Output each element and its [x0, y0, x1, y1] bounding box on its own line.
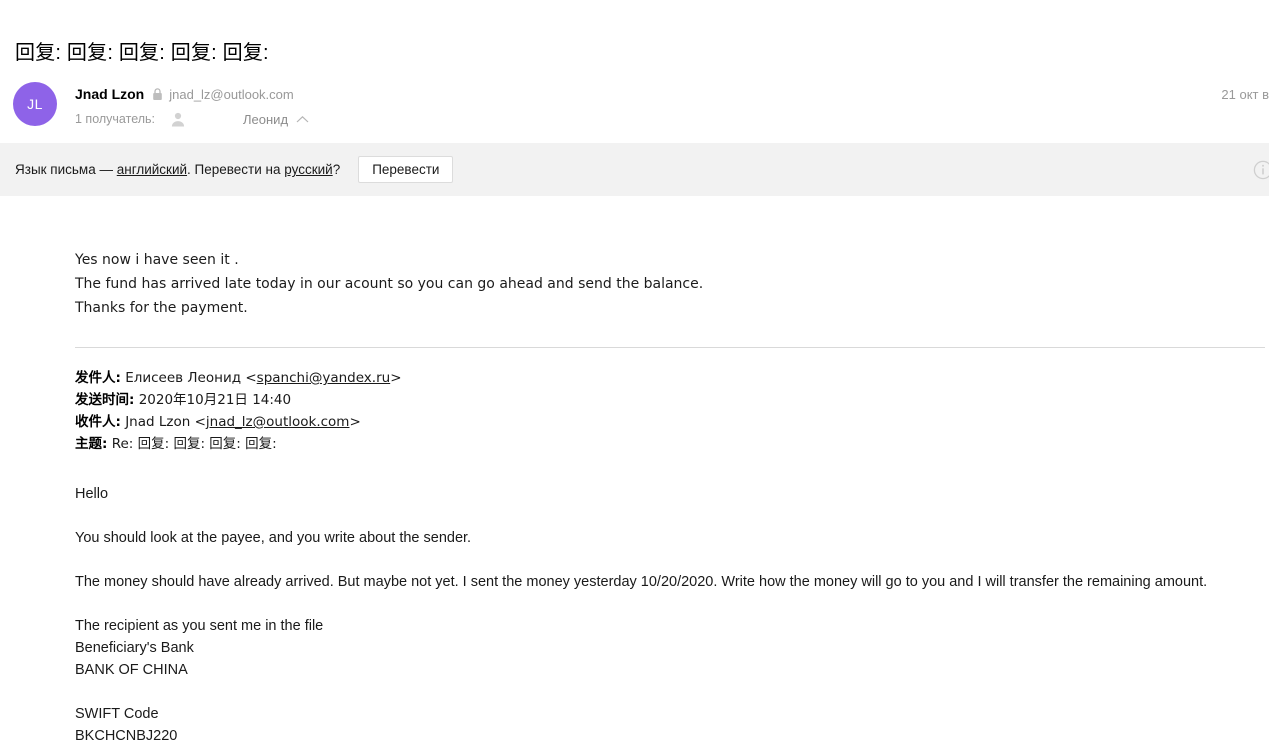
recipient-name[interactable]: Леонид: [243, 112, 288, 127]
quoted-swift-code: BKCHCNBJ220: [75, 728, 178, 744]
source-language-link[interactable]: английский: [117, 162, 187, 177]
translate-suffix: ?: [332, 162, 341, 177]
quoted-header-date: 发送时间: 2020年10月21日 14:40: [75, 389, 1269, 411]
message-header: JL Jnad Lzon jnad_lz@outlook.com 1 получ…: [13, 82, 1269, 140]
quoted-header-value-end: >: [390, 370, 402, 386]
chevron-up-icon[interactable]: [296, 115, 309, 124]
page-title: 回复: 回复: 回复: 回复: 回复:: [15, 42, 269, 64]
quoted-greeting: Hello: [75, 486, 109, 502]
quoted-header-value: Елисеев Леонид <: [120, 370, 257, 386]
message-date: 21 окт в: [1221, 87, 1269, 102]
person-icon: [169, 110, 187, 128]
quoted-recipient-line: The recipient as you sent me in the file: [75, 618, 324, 634]
quoted-header-value: Re: 回复: 回复: 回复: 回复:: [107, 436, 277, 452]
quoted-header-key: 收件人:: [75, 414, 121, 430]
reply-line: Thanks for the payment.: [75, 300, 248, 316]
quote-divider: [75, 347, 1265, 348]
quoted-header-value: Jnad Lzon <: [120, 414, 206, 430]
quoted-header-value: 2020年10月21日 14:40: [134, 392, 292, 408]
quoted-bank-label: Beneficiary's Bank: [75, 640, 194, 656]
quoted-to-email-link[interactable]: jnad_lz@outlook.com: [206, 414, 350, 430]
quoted-header-to: 收件人: Jnad Lzon <jnad_lz@outlook.com>: [75, 411, 1269, 433]
quoted-header-key: 发件人:: [75, 370, 121, 386]
sender-row: Jnad Lzon jnad_lz@outlook.com: [75, 85, 309, 103]
reply-line: The fund has arrived late today in our a…: [75, 276, 704, 292]
quoted-header-subject: 主题: Re: 回复: 回复: 回复: 回复:: [75, 433, 1269, 455]
sender-name[interactable]: Jnad Lzon: [75, 86, 144, 102]
quoted-header-key: 主题:: [75, 436, 108, 452]
lock-icon: [152, 87, 163, 101]
translate-banner: Язык письма — английский. Перевести на р…: [0, 143, 1269, 196]
quoted-swift-label: SWIFT Code: [75, 706, 159, 722]
target-language-link[interactable]: русский: [284, 162, 332, 177]
reply-line: Yes now i have seen it .: [75, 252, 239, 268]
recipients-row[interactable]: 1 получатель: Леонид: [75, 109, 309, 129]
quoted-header-key: 发送时间:: [75, 392, 135, 408]
quoted-paragraph: You should look at the payee, and you wr…: [75, 530, 472, 546]
reply-text: Yes now i have seen it . The fund has ar…: [75, 248, 1269, 320]
translate-prompt: Язык письма — английский. Перевести на р…: [15, 162, 340, 177]
quoted-message-body: Hello You should look at the payee, and …: [75, 483, 1269, 747]
quoted-bank-name: BANK OF CHINA: [75, 662, 188, 678]
sender-details: Jnad Lzon jnad_lz@outlook.com 1 получате…: [75, 85, 309, 129]
quoted-header-value-end: >: [349, 414, 361, 430]
quoted-headers: 发件人: Елисеев Леонид <spanchi@yandex.ru> …: [75, 367, 1269, 455]
translate-middle: . Перевести на: [187, 162, 285, 177]
message-body: Yes now i have seen it . The fund has ar…: [75, 248, 1269, 747]
translate-prefix: Язык письма —: [15, 162, 117, 177]
avatar: JL: [13, 82, 57, 126]
quoted-paragraph: The money should have already arrived. B…: [75, 574, 1208, 590]
recipients-count-label: 1 получатель:: [75, 112, 156, 126]
translate-button[interactable]: Перевести: [358, 155, 454, 184]
quoted-from-email-link[interactable]: spanchi@yandex.ru: [257, 370, 391, 386]
quoted-header-from: 发件人: Елисеев Леонид <spanchi@yandex.ru>: [75, 367, 1269, 389]
info-icon[interactable]: [1253, 160, 1269, 185]
sender-email[interactable]: jnad_lz@outlook.com: [169, 87, 293, 102]
